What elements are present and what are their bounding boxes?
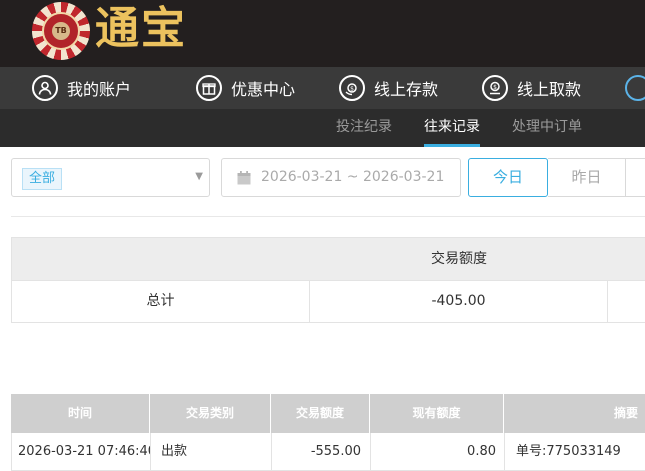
divider bbox=[11, 216, 645, 217]
nav-item-partial[interactable] bbox=[625, 67, 645, 109]
tab-bet-records[interactable]: 投注纪录 bbox=[336, 109, 392, 147]
date-range-picker[interactable]: 2026-03-21 ~ 2026-03-21 bbox=[221, 158, 461, 197]
type-select[interactable]: 全部 ▼ bbox=[11, 158, 210, 197]
tab-pending-orders[interactable]: 处理中订单 bbox=[512, 109, 582, 147]
top-header: TB 通宝 bbox=[0, 0, 645, 67]
svg-text:$: $ bbox=[350, 86, 354, 93]
nav-label: 优惠中心 bbox=[231, 80, 296, 99]
svg-text:$: $ bbox=[493, 84, 497, 91]
summary-total-value: -405.00 bbox=[310, 281, 608, 322]
summary-header: 交易额度 bbox=[12, 238, 645, 280]
table-row: 2026-03-21 07:46:40 出款 -555.00 0.80 单号:7… bbox=[11, 433, 645, 471]
column-header-balance: 现有额度 bbox=[370, 394, 504, 433]
logo-chip-text: TB bbox=[52, 22, 70, 40]
user-icon bbox=[32, 75, 58, 101]
more-range-button[interactable] bbox=[626, 158, 645, 197]
cell-balance: 0.80 bbox=[371, 433, 505, 470]
brand-name[interactable]: 通宝 bbox=[95, 4, 187, 54]
summary-table: 交易额度 总计 -405.00 bbox=[11, 237, 645, 323]
yesterday-button[interactable]: 昨日 bbox=[548, 158, 626, 197]
cell-time: 2026-03-21 07:46:40 bbox=[12, 433, 151, 470]
logo-chip-icon[interactable]: TB bbox=[32, 2, 90, 60]
tab-transaction-records[interactable]: 往来记录 bbox=[424, 109, 480, 147]
sub-nav: 投注纪录 往来记录 处理中订单 bbox=[0, 109, 645, 147]
nav-item-withdraw[interactable]: $ 线上取款 bbox=[482, 67, 581, 109]
summary-header-amount: 交易额度 bbox=[431, 251, 487, 267]
detail-table: 时间 交易类别 交易额度 现有额度 摘要 2026-03-21 07:46:40… bbox=[11, 394, 645, 471]
column-header-type: 交易类别 bbox=[150, 394, 271, 433]
nav-label: 线上取款 bbox=[517, 80, 582, 99]
nav-item-account[interactable]: 我的账户 bbox=[32, 67, 131, 109]
column-header-amount: 交易额度 bbox=[271, 394, 370, 433]
deposit-icon: $ bbox=[339, 75, 365, 101]
nav-label: 线上存款 bbox=[374, 80, 439, 99]
nav-label: 我的账户 bbox=[67, 80, 132, 99]
type-select-value: 全部 bbox=[22, 168, 63, 190]
calendar-icon bbox=[237, 171, 251, 185]
caret-down-icon: ▼ bbox=[195, 171, 203, 182]
main-nav: 我的账户 优惠中心 $ 线上存款 $ 线上取款 bbox=[0, 67, 645, 109]
gift-icon bbox=[196, 75, 222, 101]
summary-total-row: 总计 -405.00 bbox=[12, 280, 645, 322]
nav-item-deposit[interactable]: $ 线上存款 bbox=[339, 67, 438, 109]
column-header-time: 时间 bbox=[11, 394, 150, 433]
nav-item-promotions[interactable]: 优惠中心 bbox=[196, 67, 295, 109]
service-icon bbox=[625, 75, 645, 101]
today-button[interactable]: 今日 bbox=[468, 158, 548, 197]
column-header-summary: 摘要 bbox=[614, 406, 639, 420]
cell-type: 出款 bbox=[151, 433, 272, 470]
cell-amount: -555.00 bbox=[272, 433, 371, 470]
withdraw-icon: $ bbox=[482, 75, 508, 101]
summary-total-label: 总计 bbox=[12, 281, 310, 322]
cell-summary: 单号:775033149 bbox=[516, 444, 621, 459]
date-range-value: 2026-03-21 ~ 2026-03-21 bbox=[261, 169, 445, 185]
detail-header: 时间 交易类别 交易额度 现有额度 摘要 bbox=[11, 394, 645, 433]
